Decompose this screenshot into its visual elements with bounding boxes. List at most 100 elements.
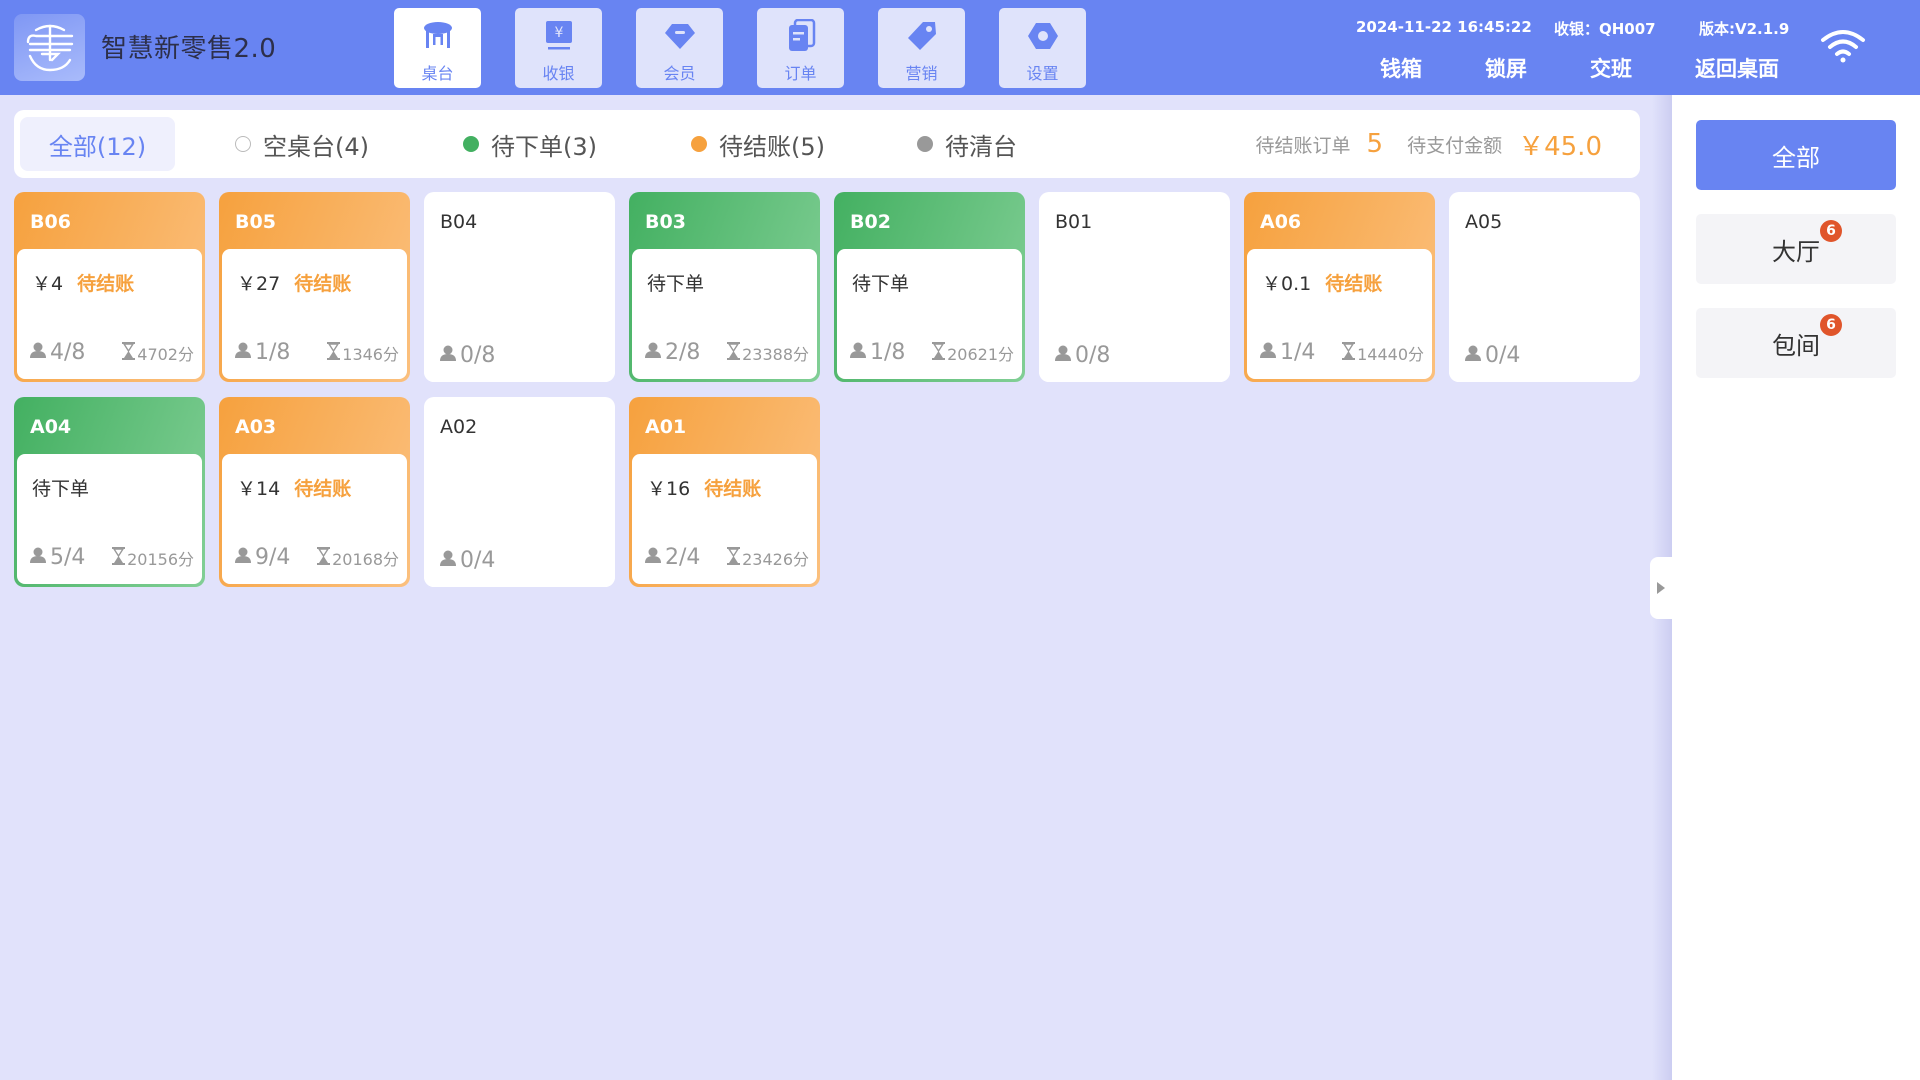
table-status-label: 待下单 (852, 273, 910, 295)
table-status-label: 待结账 (294, 273, 352, 295)
elapsed-time: 20621分 (932, 341, 1014, 365)
table-status-line: 待下单 (647, 269, 704, 296)
table-card-a02[interactable]: A02 0/4 (424, 397, 615, 587)
guest-count-value: 0/8 (1075, 343, 1111, 368)
guest-count: 5/4 (29, 545, 85, 570)
table-amount: ￥4 (32, 273, 64, 295)
nav-tab-cashier[interactable]: ¥ 收银 (515, 8, 602, 88)
table-card-b05[interactable]: B05 ￥27 待结账 1/8 1346分 (219, 192, 410, 382)
hourglass-icon (112, 546, 127, 569)
guest-count-value: 4/8 (50, 340, 86, 365)
table-card-a06[interactable]: A06 ￥0.1 待结账 1/4 14440分 (1244, 192, 1435, 382)
filter-pending-clear[interactable]: 待清台 (917, 117, 1017, 171)
table-card-a03[interactable]: A03 ￥14 待结账 9/4 20168分 (219, 397, 410, 587)
hourglass-icon (327, 341, 342, 364)
table-status-line: 待下单 (32, 474, 89, 501)
table-card-a04[interactable]: A04 待下单 5/4 20156分 (14, 397, 205, 587)
table-card-b01[interactable]: B01 0/8 (1039, 192, 1230, 382)
table-card-a05[interactable]: A05 0/4 (1449, 192, 1640, 382)
table-status-label: 待结账 (294, 478, 352, 500)
table-card-footer: 1/8 1346分 (234, 340, 399, 365)
table-card-b02[interactable]: B02 待下单 1/8 20621分 (834, 192, 1025, 382)
table-name: A02 (440, 416, 478, 438)
table-card-body: ￥0.1 待结账 1/4 14440分 (1247, 249, 1432, 379)
filter-empty[interactable]: 空桌台(4) (235, 117, 369, 171)
count-badge: 6 (1820, 219, 1842, 242)
nav-tab-settings[interactable]: 设置 (999, 8, 1086, 88)
table-name: B06 (30, 211, 71, 233)
area-sidebar: 全部 大厅 6 包间 6 (1672, 95, 1920, 1080)
elapsed-time-value: 23388分 (742, 344, 809, 364)
wifi-icon (1820, 28, 1866, 68)
app-title: 智慧新零售2.0 (101, 34, 277, 64)
nav-tab-label: 桌台 (421, 64, 454, 83)
cash-drawer-button[interactable]: 钱箱 (1380, 53, 1485, 83)
table-name: A05 (1465, 211, 1503, 233)
table-card-footer: 4/8 4702分 (29, 340, 194, 365)
area-hall-button[interactable]: 大厅 6 (1696, 214, 1896, 284)
elapsed-time: 20156分 (112, 546, 194, 570)
table-card-b06[interactable]: B06 ￥4 待结账 4/8 4702分 (14, 192, 205, 382)
pending-amount-value: ￥45.0 (1518, 131, 1602, 162)
status-dot-icon (691, 136, 707, 152)
guest-count: 2/8 (644, 340, 700, 365)
nav-tab-label: 收银 (542, 64, 575, 83)
guest-count-value: 0/4 (460, 548, 496, 573)
filter-label: 待结账(5) (719, 132, 825, 161)
table-card-footer: 9/4 20168分 (234, 545, 399, 570)
table-card-b03[interactable]: B03 待下单 2/8 23388分 (629, 192, 820, 382)
elapsed-time: 20168分 (317, 546, 399, 570)
guest-count-value: 1/8 (870, 340, 906, 365)
table-icon (420, 18, 456, 54)
area-private-room-button[interactable]: 包间 6 (1696, 308, 1896, 378)
filter-all[interactable]: 全部(12) (20, 117, 175, 171)
elapsed-time-value: 23426分 (742, 549, 809, 569)
table-status-line: ￥4 待结账 (32, 269, 134, 296)
table-amount: ￥14 (237, 478, 281, 500)
table-status-label: 待结账 (704, 478, 762, 500)
version: 版本:V2.1.9 (1699, 20, 1790, 38)
person-icon (29, 340, 50, 365)
guest-count-value: 1/8 (255, 340, 291, 365)
nav-tab-members[interactable]: 会员 (636, 8, 723, 88)
person-icon (849, 340, 870, 365)
guest-count: 1/8 (849, 340, 905, 365)
lock-screen-button[interactable]: 锁屏 (1485, 53, 1590, 83)
table-name: B05 (235, 211, 276, 233)
hourglass-icon (932, 341, 947, 364)
pending-amount-label: 待支付金额 (1407, 134, 1503, 157)
table-card-footer: 0/4 (1464, 343, 1632, 368)
table-card-footer: 5/4 20156分 (29, 545, 194, 570)
guest-count: 0/8 (439, 343, 495, 368)
area-all-button[interactable]: 全部 (1696, 120, 1896, 190)
hourglass-icon (122, 341, 137, 364)
diamond-icon (662, 18, 698, 54)
return-desktop-button[interactable]: 返回桌面 (1695, 53, 1779, 83)
table-card-footer: 2/4 23426分 (644, 545, 809, 570)
table-card-body: ￥4 待结账 4/8 4702分 (17, 249, 202, 379)
checkout-summary: 待结账订单 5 待支付金额 ￥45.0 (1256, 110, 1602, 178)
table-card-body: 待下单 1/8 20621分 (837, 249, 1022, 379)
filter-pending-checkout[interactable]: 待结账(5) (691, 117, 825, 171)
sidebar-toggle[interactable] (1650, 557, 1672, 619)
person-icon (1054, 343, 1075, 368)
table-status-line: 待下单 (852, 269, 909, 296)
nav-tab-orders[interactable]: 订单 (757, 8, 844, 88)
shift-handover-button[interactable]: 交班 (1590, 53, 1695, 83)
table-card-body: 0/8 (1039, 248, 1230, 382)
table-status-label: 待下单 (647, 273, 705, 295)
guest-count: 2/4 (644, 545, 700, 570)
nav-tab-marketing[interactable]: 营销 (878, 8, 965, 88)
table-card-b04[interactable]: B04 0/8 (424, 192, 615, 382)
person-icon (439, 548, 460, 573)
filter-pending-order[interactable]: 待下单(3) (463, 117, 597, 171)
nav-tab-tables[interactable]: 桌台 (394, 8, 481, 88)
guest-count: 0/4 (1464, 343, 1520, 368)
table-card-a01[interactable]: A01 ￥16 待结账 2/4 23426分 (629, 397, 820, 587)
table-name: B03 (645, 211, 686, 233)
guest-count-value: 9/4 (255, 545, 291, 570)
header-info: 2024-11-22 16:45:22 收银：QH007 版本:V2.1.9 钱… (1356, 18, 1796, 83)
table-name: B04 (440, 211, 478, 233)
status-filter-bar: 全部(12) 空桌台(4) 待下单(3) 待结账(5) 待清台 待结账订单 5 … (14, 110, 1640, 178)
table-name: A06 (1260, 211, 1302, 233)
